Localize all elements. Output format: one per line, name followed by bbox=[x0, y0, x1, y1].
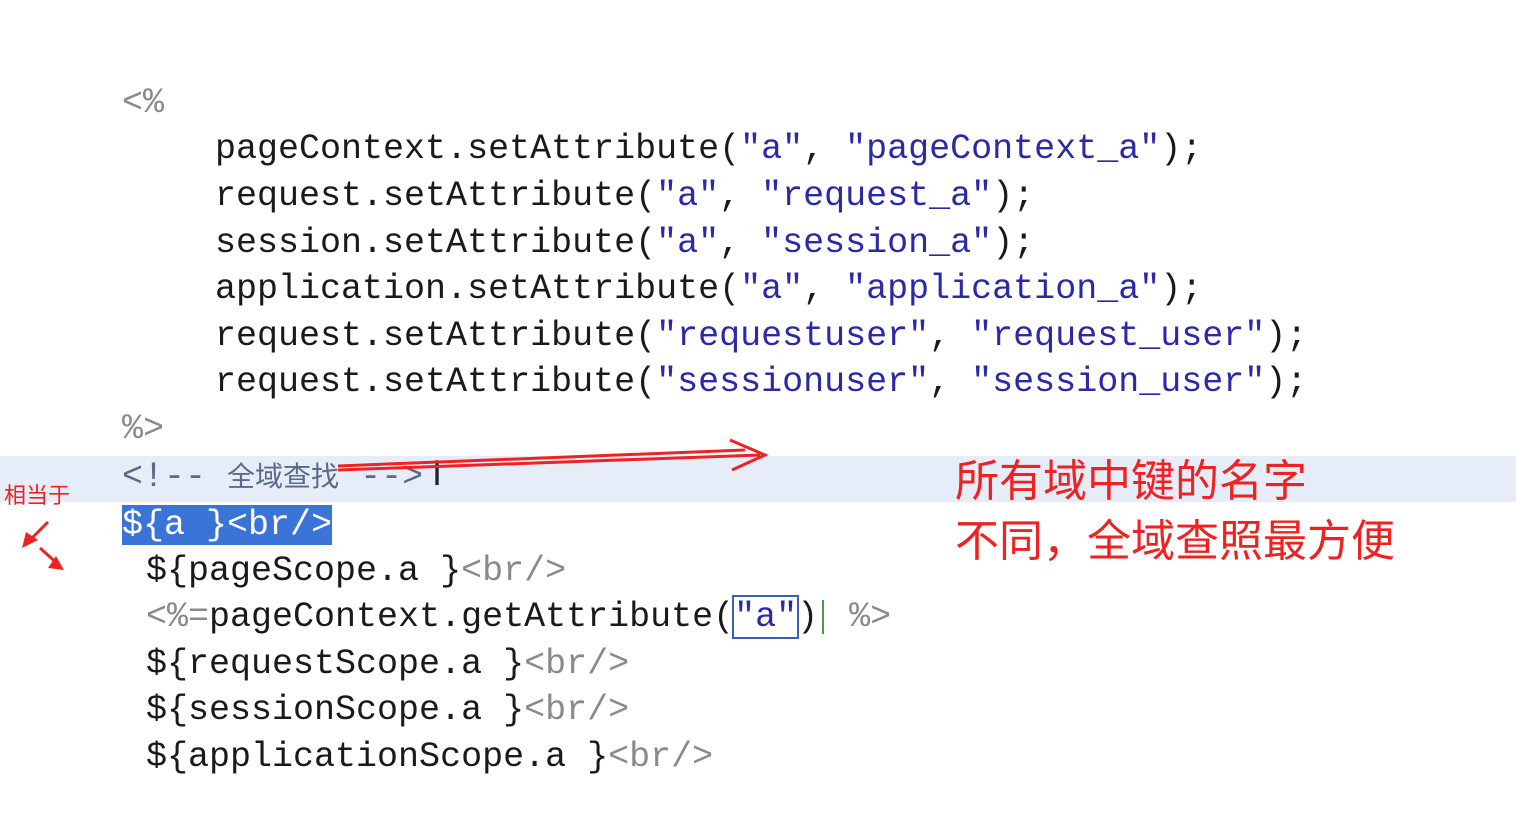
el-expression-application: ${applicationScope.a } bbox=[146, 737, 609, 777]
annotation-arrows bbox=[22, 438, 769, 570]
annotation-note-line2: 不同，全域查照最方便 bbox=[955, 516, 1395, 567]
equivalent-annotation: 相当于 bbox=[4, 484, 71, 509]
br-tag: <br/> bbox=[608, 737, 714, 777]
annotation-note-line1: 所有域中键的名字 bbox=[955, 456, 1307, 507]
